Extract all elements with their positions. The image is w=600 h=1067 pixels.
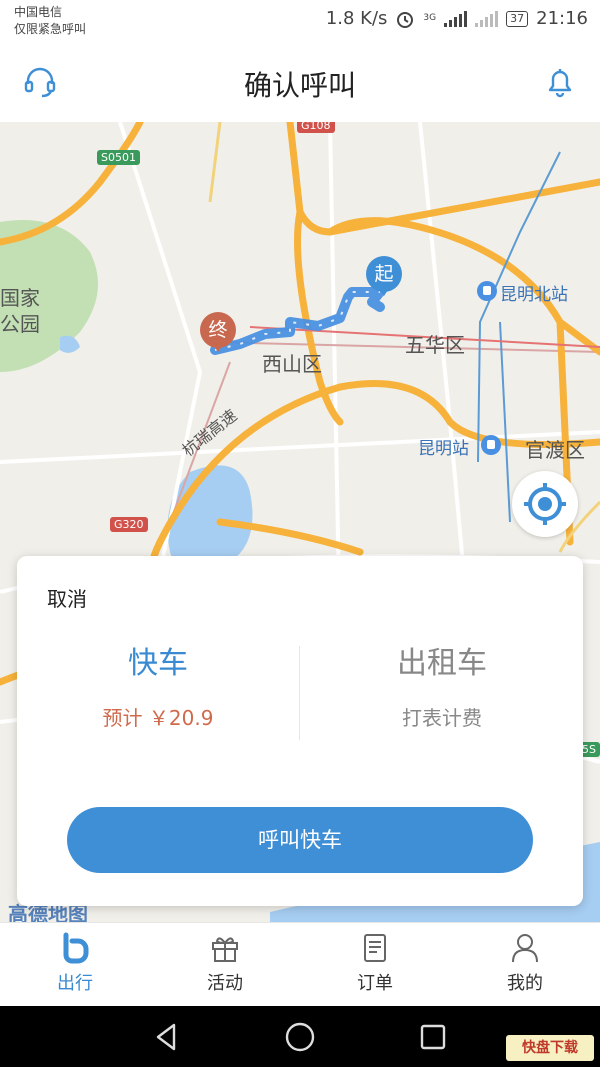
carrier-note: 仅限紧急呼叫 xyxy=(14,22,87,36)
cancel-button[interactable]: 取消 xyxy=(47,583,87,612)
route-line xyxy=(210,287,385,355)
road-badge-g108: G108 xyxy=(297,122,335,133)
option-express[interactable]: 快车 预计 ￥20.9 xyxy=(17,644,299,731)
status-bar: 中国电信 仅限紧急呼叫 1.8 K/s 3G 37 21:16 xyxy=(0,0,600,44)
alarm-icon xyxy=(397,11,414,28)
page-title: 确认呼叫 xyxy=(243,69,356,102)
watermark-logo: 快盘下载 xyxy=(506,1035,594,1061)
map-label-kunming-north: 昆明北站 xyxy=(500,285,568,305)
orders-icon xyxy=(364,934,386,962)
map-label-wuhua: 五华区 xyxy=(405,333,465,357)
signal-icon-secondary xyxy=(475,10,499,27)
option-taxi[interactable]: 出租车 打表计费 xyxy=(301,644,583,731)
network-type: 3G xyxy=(423,13,437,23)
end-pin[interactable]: 终 xyxy=(200,312,236,358)
nav-item-orders[interactable]: 订单 xyxy=(300,931,450,995)
locate-icon xyxy=(524,483,566,525)
nav-label-orders: 订单 xyxy=(357,973,393,994)
nav-item-activity[interactable]: 活动 xyxy=(150,931,300,995)
nav-label-profile: 我的 xyxy=(507,973,543,994)
map-label-kunming-station: 昆明站 xyxy=(418,439,469,459)
back-icon[interactable] xyxy=(150,1020,184,1054)
recents-icon[interactable] xyxy=(416,1020,450,1054)
bottom-nav: 出行 活动 订单 我的 xyxy=(0,922,600,1007)
map-label-guandu: 官渡区 xyxy=(525,438,585,462)
gift-icon xyxy=(212,937,238,962)
system-nav-bar: 快盘下载 xyxy=(0,1006,600,1067)
start-pin[interactable]: 起 xyxy=(366,256,402,302)
status-indicators: 1.8 K/s 3G 37 21:16 xyxy=(326,8,588,29)
nav-item-profile[interactable]: 我的 xyxy=(450,931,600,995)
map-label-xishan: 西山区 xyxy=(262,352,322,376)
travel-icon xyxy=(63,932,89,964)
road-badge-s0501: S0501 xyxy=(97,150,140,165)
nav-label-activity: 活动 xyxy=(207,973,243,994)
call-express-button[interactable]: 呼叫快车 xyxy=(67,807,533,873)
option-taxi-title: 出租车 xyxy=(397,646,487,681)
train-station-icon xyxy=(477,281,497,301)
nav-label-travel: 出行 xyxy=(57,973,93,994)
carrier-name: 中国电信 xyxy=(14,5,63,19)
home-icon[interactable] xyxy=(283,1020,317,1054)
carrier-info: 中国电信 仅限紧急呼叫 xyxy=(14,4,86,38)
network-speed: 1.8 K/s xyxy=(325,8,388,29)
train-station-icon xyxy=(481,435,501,455)
option-express-price: 预计 ￥20.9 xyxy=(102,706,214,730)
battery-icon: 37 xyxy=(506,10,529,27)
road-badge-g320: G320 xyxy=(110,517,148,532)
app-header: 确认呼叫 xyxy=(0,44,600,123)
locate-button[interactable] xyxy=(512,471,578,537)
end-pin-tail xyxy=(210,340,226,352)
clock: 21:16 xyxy=(536,8,588,29)
signal-icon xyxy=(444,10,468,27)
map-label-park-line2: 公园 xyxy=(0,312,40,336)
nav-item-travel[interactable]: 出行 xyxy=(0,931,150,995)
map-label-park-line1: 国家 xyxy=(0,286,40,310)
option-taxi-fare: 打表计费 xyxy=(402,706,482,730)
profile-icon xyxy=(512,934,538,963)
start-pin-tail xyxy=(376,284,392,296)
option-express-title: 快车 xyxy=(128,646,188,681)
option-divider xyxy=(299,646,300,740)
bell-icon[interactable] xyxy=(542,64,578,100)
pond-area xyxy=(60,335,80,353)
ride-options-card: 取消 快车 预计 ￥20.9 出租车 打表计费 呼叫快车 xyxy=(17,556,583,906)
